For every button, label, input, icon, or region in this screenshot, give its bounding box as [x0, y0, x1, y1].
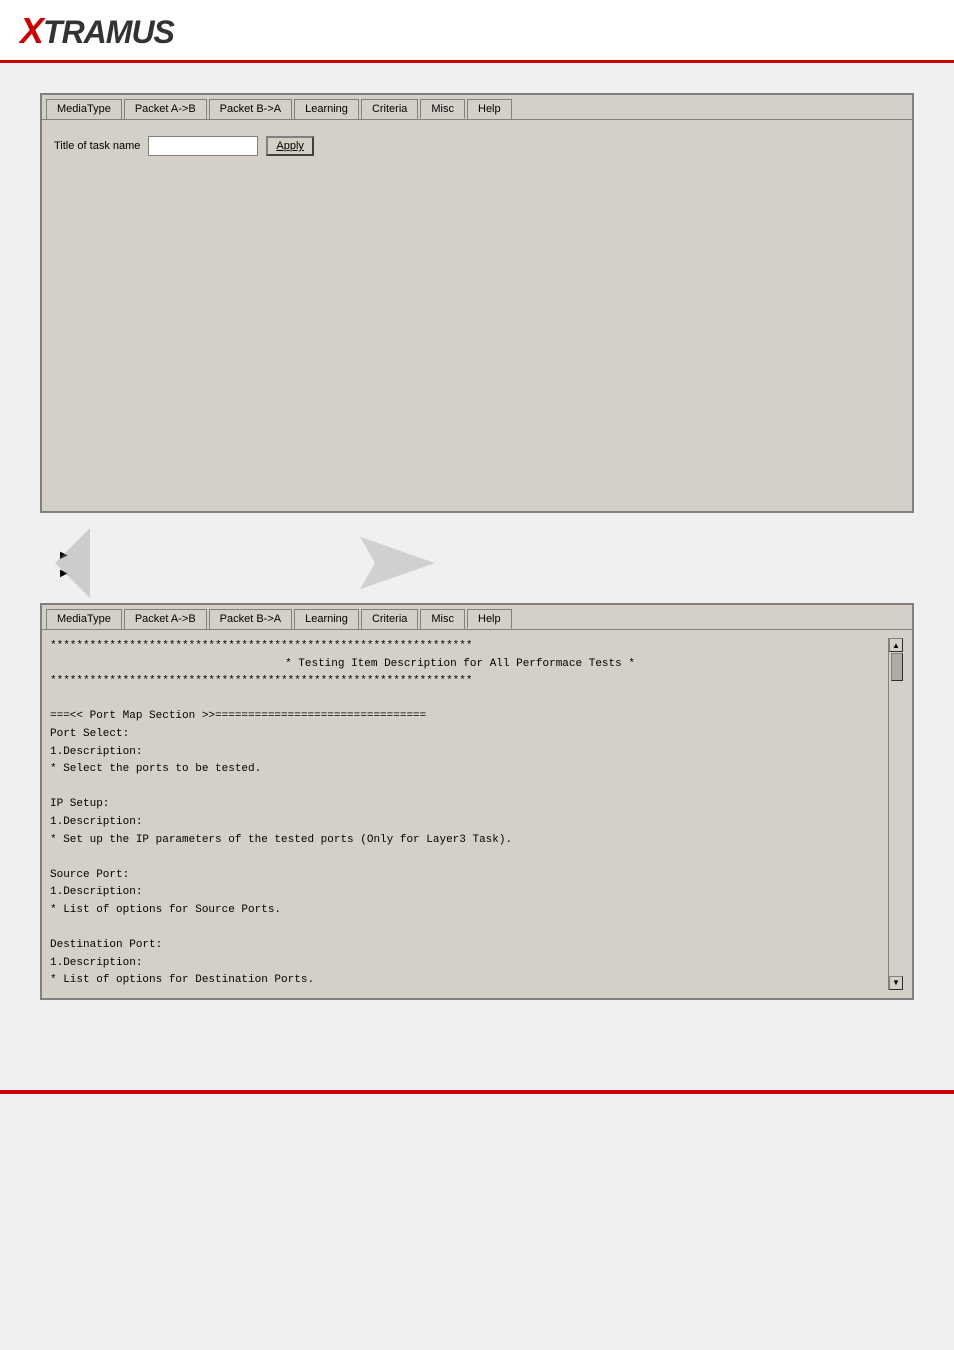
tab-packet-ba-top[interactable]: Packet B->A: [209, 99, 292, 119]
footer-line: [0, 1090, 954, 1094]
top-panel-content: Title of task name Apply: [42, 120, 912, 500]
apply-button[interactable]: Apply: [266, 136, 314, 156]
main-content: MediaType Packet A->B Packet B->A Learni…: [0, 63, 954, 1050]
tab-packet-ba-bottom[interactable]: Packet B->A: [209, 609, 292, 629]
tab-learning-top[interactable]: Learning: [294, 99, 359, 119]
help-port-map-section: ===<< Port Map Section >>===============…: [50, 708, 870, 726]
help-port-select-desc: 1.Description:: [50, 744, 870, 762]
tab-misc-top[interactable]: Misc: [420, 99, 465, 119]
scrollbar-vertical[interactable]: ▲ ▼: [888, 638, 904, 990]
tab-packet-ab-top[interactable]: Packet A->B: [124, 99, 207, 119]
help-ip-setup-detail: * Set up the IP parameters of the tested…: [50, 832, 870, 850]
tab-criteria-top[interactable]: Criteria: [361, 99, 418, 119]
deco-left-arrow: [40, 523, 90, 603]
help-wrapper: ****************************************…: [50, 638, 904, 990]
tab-learning-bottom[interactable]: Learning: [294, 609, 359, 629]
logo-rest: TRAMUS: [43, 14, 174, 50]
help-ip-setup-title: IP Setup:: [50, 796, 870, 814]
decorative-area: [40, 533, 914, 593]
help-dest-port-detail: * List of options for Destination Ports.: [50, 972, 870, 990]
deco-chevron: [290, 533, 490, 593]
top-panel-tabs: MediaType Packet A->B Packet B->A Learni…: [42, 95, 912, 120]
task-name-row: Title of task name Apply: [54, 136, 900, 156]
tab-help-bottom[interactable]: Help: [467, 609, 512, 629]
scroll-up-arrow[interactable]: ▲: [889, 638, 903, 652]
help-text: ****************************************…: [50, 638, 888, 990]
help-source-port-desc: 1.Description:: [50, 884, 870, 902]
logo: XTRAMUS: [20, 10, 174, 52]
help-port-select-title: Port Select:: [50, 726, 870, 744]
task-name-input[interactable]: [148, 136, 258, 156]
header: XTRAMUS: [0, 0, 954, 63]
scroll-down-arrow[interactable]: ▼: [889, 976, 903, 990]
tab-packet-ab-bottom[interactable]: Packet A->B: [124, 609, 207, 629]
help-header-stars2: ****************************************…: [50, 673, 870, 691]
tab-help-top[interactable]: Help: [467, 99, 512, 119]
tab-mediatype-bottom[interactable]: MediaType: [46, 609, 122, 629]
help-header-stars1: ****************************************…: [50, 638, 870, 656]
tab-misc-bottom[interactable]: Misc: [420, 609, 465, 629]
bottom-panel-content: ****************************************…: [42, 630, 912, 998]
help-dest-port-title: Destination Port:: [50, 937, 870, 955]
help-port-select-detail: * Select the ports to be tested.: [50, 761, 870, 779]
logo-x: X: [20, 10, 43, 51]
help-source-port-detail: * List of options for Source Ports.: [50, 902, 870, 920]
help-header-title: * Testing Item Description for All Perfo…: [50, 656, 870, 674]
tab-criteria-bottom[interactable]: Criteria: [361, 609, 418, 629]
top-panel: MediaType Packet A->B Packet B->A Learni…: [40, 93, 914, 513]
task-label: Title of task name: [54, 140, 140, 152]
help-source-port-title: Source Port:: [50, 867, 870, 885]
scroll-thumb[interactable]: [891, 653, 903, 681]
tab-mediatype-top[interactable]: MediaType: [46, 99, 122, 119]
bottom-panel-tabs: MediaType Packet A->B Packet B->A Learni…: [42, 605, 912, 630]
bottom-panel: MediaType Packet A->B Packet B->A Learni…: [40, 603, 914, 1000]
help-dest-port-desc: 1.Description:: [50, 955, 870, 973]
scroll-track: [889, 652, 904, 976]
help-ip-setup-desc: 1.Description:: [50, 814, 870, 832]
